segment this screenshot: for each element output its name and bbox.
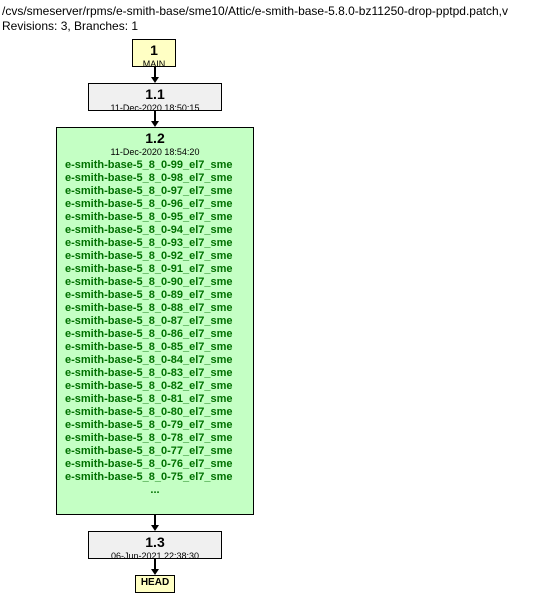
revision-num: 1.1 [95,86,215,103]
tag-item: e-smith-base-5_8_0-99_el7_sme [65,159,247,172]
tag-item: e-smith-base-5_8_0-92_el7_sme [65,250,247,263]
tag-item: e-smith-base-5_8_0-93_el7_sme [65,237,247,250]
tag-item: e-smith-base-5_8_0-96_el7_sme [65,198,247,211]
tag-item: e-smith-base-5_8_0-76_el7_sme [65,458,247,471]
tag-item: e-smith-base-5_8_0-79_el7_sme [65,419,247,432]
connector [154,515,156,525]
tag-item: e-smith-base-5_8_0-80_el7_sme [65,406,247,419]
tag-item: e-smith-base-5_8_0-78_el7_sme [65,432,247,445]
tag-item: e-smith-base-5_8_0-86_el7_sme [65,328,247,341]
tag-item: e-smith-base-5_8_0-85_el7_sme [65,341,247,354]
tag-item: e-smith-base-5_8_0-82_el7_sme [65,380,247,393]
head-label: HEAD [141,577,169,588]
tag-item: e-smith-base-5_8_0-84_el7_sme [65,354,247,367]
revision-num: 1.2 [63,130,247,147]
revisions-summary: Revisions: 3, Branches: 1 [0,19,560,39]
tag-item: e-smith-base-5_8_0-98_el7_sme [65,172,247,185]
branch-num: 1 [139,42,169,59]
revision-1-3-node[interactable]: 1.3 06-Jun-2021 22:38:30 [88,531,222,559]
head-node[interactable]: HEAD [135,575,175,593]
tag-item: e-smith-base-5_8_0-75_el7_sme [65,471,247,484]
tag-item: e-smith-base-5_8_0-91_el7_sme [65,263,247,276]
tag-item: e-smith-base-5_8_0-89_el7_sme [65,289,247,302]
tag-item: e-smith-base-5_8_0-97_el7_sme [65,185,247,198]
revision-date: 11-Dec-2020 18:54:20 [63,147,247,158]
tag-item: e-smith-base-5_8_0-83_el7_sme [65,367,247,380]
tags-list: e-smith-base-5_8_0-99_el7_smee-smith-bas… [63,158,247,484]
tag-item: e-smith-base-5_8_0-77_el7_sme [65,445,247,458]
revision-date: 11-Dec-2020 18:50:15 [95,103,215,114]
branch-label: MAIN [139,59,169,70]
revision-1-1-node[interactable]: 1.1 11-Dec-2020 18:50:15 [88,83,222,111]
revision-date: 06-Jun-2021 22:38:30 [95,551,215,562]
file-path: /cvs/smeserver/rpms/e-smith-base/sme10/A… [0,0,560,19]
branch-main-node[interactable]: 1 MAIN [132,39,176,67]
tags-ellipsis: ... [63,484,247,497]
tag-item: e-smith-base-5_8_0-90_el7_sme [65,276,247,289]
revision-1-2-node[interactable]: 1.2 11-Dec-2020 18:54:20 e-smith-base-5_… [56,127,254,515]
revision-graph: 1 MAIN 1.1 11-Dec-2020 18:50:15 1.2 11-D… [0,39,560,599]
tag-item: e-smith-base-5_8_0-94_el7_sme [65,224,247,237]
tag-item: e-smith-base-5_8_0-88_el7_sme [65,302,247,315]
tag-item: e-smith-base-5_8_0-87_el7_sme [65,315,247,328]
tag-item: e-smith-base-5_8_0-81_el7_sme [65,393,247,406]
revision-num: 1.3 [95,534,215,551]
tag-item: e-smith-base-5_8_0-95_el7_sme [65,211,247,224]
